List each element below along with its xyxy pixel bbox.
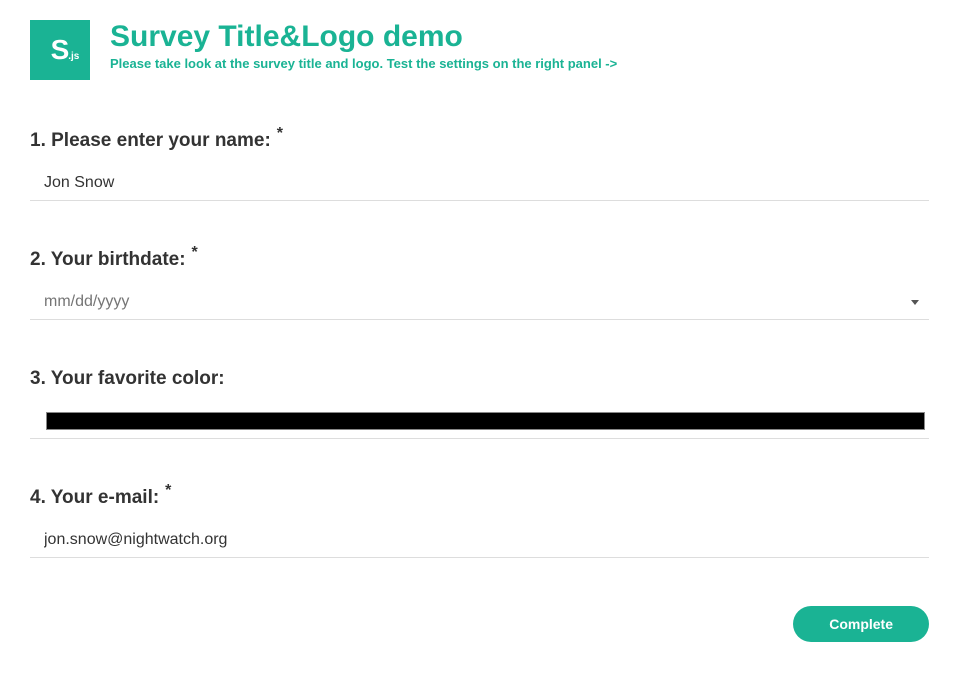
question-birthdate: 2. Your birthdate: * xyxy=(30,249,929,320)
question-3-text: 3. Your favorite color: xyxy=(30,368,225,390)
email-input[interactable] xyxy=(44,531,929,549)
question-label-email: 4. Your e-mail: * xyxy=(30,487,929,509)
footer: Complete xyxy=(30,606,929,642)
survey-description: Please take look at the survey title and… xyxy=(110,56,617,71)
birthdate-input-wrap[interactable] xyxy=(30,293,929,320)
question-4-text: 4. Your e-mail: xyxy=(30,487,159,509)
required-marker: * xyxy=(165,482,171,500)
question-label-birthdate: 2. Your birthdate: * xyxy=(30,249,929,271)
question-1-text: 1. Please enter your name: xyxy=(30,130,271,152)
logo-letter: S xyxy=(51,34,70,65)
name-input[interactable] xyxy=(44,174,929,192)
question-label-color: 3. Your favorite color: xyxy=(30,368,929,390)
required-marker: * xyxy=(192,244,198,262)
survey-logo: S.js xyxy=(30,20,90,80)
birthdate-input[interactable] xyxy=(44,293,911,311)
survey-title: Survey Title&Logo demo xyxy=(110,20,617,54)
question-color: 3. Your favorite color: xyxy=(30,368,929,439)
chevron-down-icon xyxy=(911,300,919,305)
question-label-name: 1. Please enter your name: * xyxy=(30,130,929,152)
title-group: Survey Title&Logo demo Please take look … xyxy=(110,20,617,71)
question-email: 4. Your e-mail: * xyxy=(30,487,929,558)
email-input-wrap xyxy=(30,531,929,558)
question-2-text: 2. Your birthdate: xyxy=(30,249,186,271)
complete-button[interactable]: Complete xyxy=(793,606,929,642)
required-marker: * xyxy=(277,125,283,143)
logo-main-text: S.js xyxy=(51,36,70,64)
logo-subscript: .js xyxy=(68,52,79,62)
name-input-wrap xyxy=(30,174,929,201)
color-input-wrap xyxy=(30,412,929,439)
survey-header: S.js Survey Title&Logo demo Please take … xyxy=(30,20,929,80)
color-input[interactable] xyxy=(46,412,925,430)
question-name: 1. Please enter your name: * xyxy=(30,130,929,201)
